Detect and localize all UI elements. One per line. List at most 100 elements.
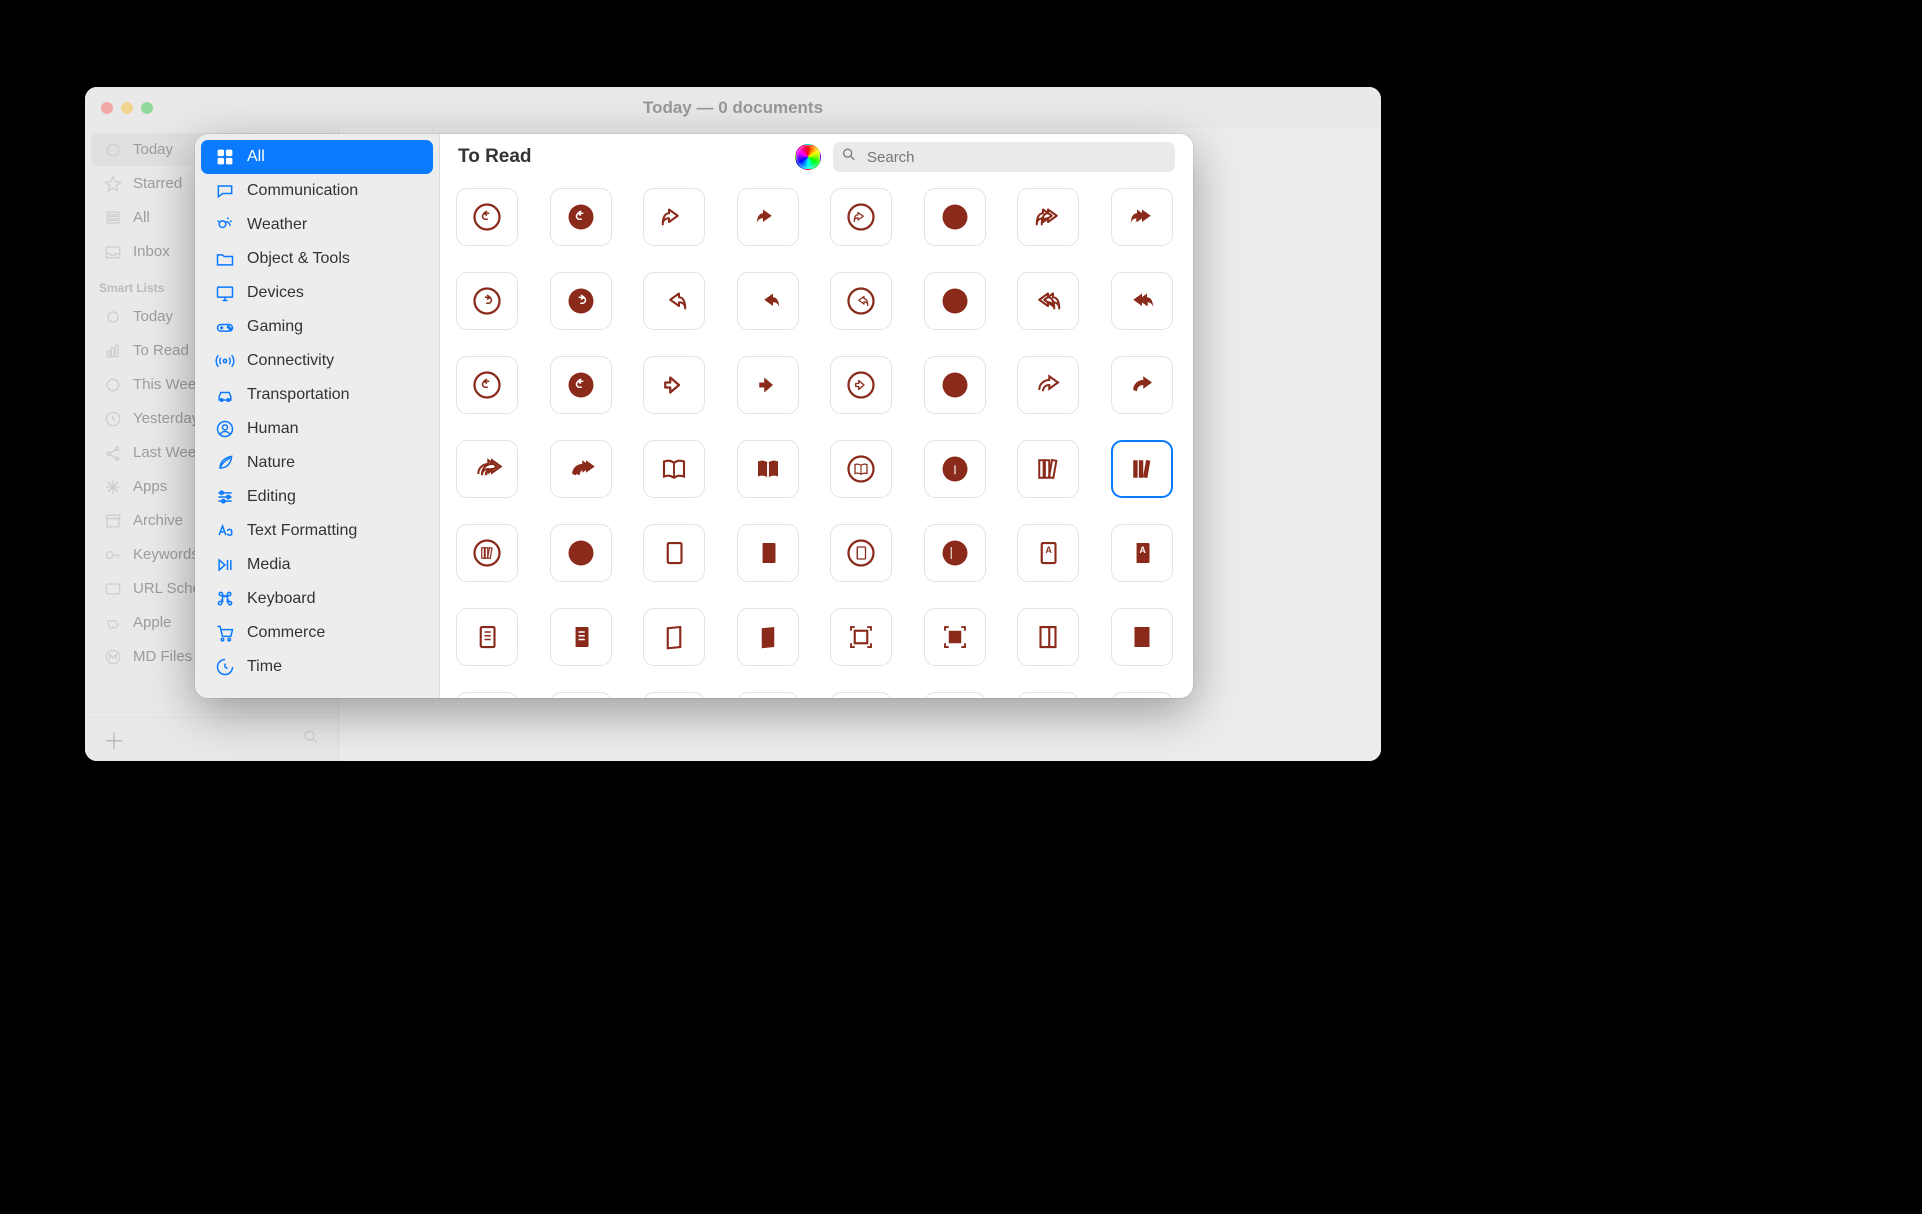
svg-text:A: A: [1045, 545, 1052, 555]
icon-option-heart-text-square-fill[interactable]: [924, 692, 986, 698]
icon-option-arrowshape-undo-2-fill[interactable]: [1111, 272, 1173, 330]
icon-option-books-vertical[interactable]: [1017, 440, 1079, 498]
icon-category-sidebar: AllCommunicationWeatherObject & Tools Dev…: [195, 134, 440, 698]
icon-option-arrowshape-bounce-right[interactable]: [1017, 356, 1079, 414]
icon-option-book-closed[interactable]: [643, 524, 705, 582]
icon-option-newspaper[interactable]: [456, 692, 518, 698]
icon-option-arrowshape-bounce-right-fill[interactable]: [1111, 356, 1173, 414]
icon-option-arrowshape-right-fill[interactable]: [737, 356, 799, 414]
category-object-tools[interactable]: Object & Tools: [201, 242, 433, 276]
icon-option-text-book-closed[interactable]: [456, 608, 518, 666]
icon-option-book-closed-circle[interactable]: [830, 524, 892, 582]
icon-option-character-book-closed-fill[interactable]: A: [1111, 524, 1173, 582]
close-window-button[interactable]: [101, 102, 113, 114]
icon-search-input[interactable]: [833, 142, 1175, 172]
today-icon: [103, 140, 123, 160]
icon-option-books-vertical-fill[interactable]: [1111, 440, 1173, 498]
popover-title: To Read: [458, 146, 783, 168]
zoom-window-button[interactable]: [141, 102, 153, 114]
category-media[interactable]: Media: [201, 548, 433, 582]
category-editing[interactable]: Editing: [201, 480, 433, 514]
icon-option-arrowshape-turn-up-right-2-fill[interactable]: [1111, 188, 1173, 246]
add-button[interactable]: ＋: [103, 724, 125, 756]
category-label: Keyboard: [247, 590, 316, 608]
icon-option-heart-text-square[interactable]: [830, 692, 892, 698]
category-label: Devices: [247, 284, 304, 302]
text-book-closed-fill-icon: [566, 622, 596, 652]
icon-option-book-closed-fill[interactable]: [737, 524, 799, 582]
category-label: Connectivity: [247, 352, 334, 370]
icon-option-arrowshape-turn-up-right[interactable]: [643, 188, 705, 246]
icon-option-arrow-uturn-left-circle-fill[interactable]: [550, 188, 612, 246]
category-gaming[interactable]: Gaming: [201, 310, 433, 344]
icon-option-text-book-closed-fill[interactable]: [550, 608, 612, 666]
m-icon: [103, 647, 123, 667]
category-commerce[interactable]: Commerce: [201, 616, 433, 650]
sidebar-item-label: Apps: [133, 478, 167, 495]
chat-icon: [215, 181, 235, 201]
icon-option-book-circle[interactable]: [830, 440, 892, 498]
icon-option-camera-viewfinder-fill[interactable]: [924, 608, 986, 666]
svg-text:A: A: [1139, 545, 1146, 555]
icon-option-arrow-uturn-left-circle[interactable]: [456, 188, 518, 246]
icon-option-camera-viewfinder[interactable]: [830, 608, 892, 666]
icon-option-arrowshape-turn-up-right-circle-fill[interactable]: [924, 188, 986, 246]
window-title: Today — 0 documents: [643, 98, 823, 118]
icon-option-arrowshape-turn-up-right-circle[interactable]: [830, 188, 892, 246]
icon-option-arrowshape-right-circle-fill[interactable]: [924, 356, 986, 414]
sidebar-item-label: Apple: [133, 614, 171, 631]
playpause-icon: [215, 555, 235, 575]
icon-option-newspaper-circle-fill[interactable]: [737, 692, 799, 698]
category-time[interactable]: Time: [201, 650, 433, 684]
icon-option-book-circle-fill[interactable]: [924, 440, 986, 498]
category-human[interactable]: Human: [201, 412, 433, 446]
icon-option-arrowshape-undo-fill[interactable]: [737, 272, 799, 330]
icon-option-books-vertical-circle[interactable]: [456, 524, 518, 582]
category-connectivity[interactable]: Connectivity: [201, 344, 433, 378]
sidebar-search-button[interactable]: [302, 728, 320, 751]
category-transportation[interactable]: Transportation: [201, 378, 433, 412]
category-all[interactable]: All: [201, 140, 433, 174]
icon-option-menucard[interactable]: [643, 608, 705, 666]
icon-option-arrow-uturn-right-circle-fill[interactable]: [550, 272, 612, 330]
icon-option-arrowshape-bounce-right-2[interactable]: [456, 440, 518, 498]
category-text-formatting[interactable]: Text Formatting: [201, 514, 433, 548]
icon-option-arrowshape-turn-up-right-fill[interactable]: [737, 188, 799, 246]
icon-option-arrowshape-right-circle[interactable]: [830, 356, 892, 414]
icon-option-arrowshape-undo[interactable]: [643, 272, 705, 330]
icon-option-arrowshape-undo-circle[interactable]: [830, 272, 892, 330]
share-icon: [103, 443, 123, 463]
icon-option-arrowshape-undo-circle-fill[interactable]: [924, 272, 986, 330]
icon-option-arrowshape-bounce-right-2-fill[interactable]: [550, 440, 612, 498]
icon-option-arrowshape-turn-up-right-2[interactable]: [1017, 188, 1079, 246]
icon-option-square-text-square[interactable]: [1017, 692, 1079, 698]
category-nature[interactable]: Nature: [201, 446, 433, 480]
icon-option-books-vertical-circle-fill[interactable]: [550, 524, 612, 582]
icon-option-square-text-square-fill[interactable]: [1111, 692, 1173, 698]
icon-option-magazine-fill[interactable]: [1111, 608, 1173, 666]
icon-option-character-book-closed[interactable]: A: [1017, 524, 1079, 582]
color-picker-button[interactable]: [795, 144, 821, 170]
arrowshape-right-fill-icon: [753, 370, 783, 400]
icon-option-newspaper-fill[interactable]: [550, 692, 612, 698]
book-icon: [659, 454, 689, 484]
minimize-window-button[interactable]: [121, 102, 133, 114]
icon-option-menucard-fill[interactable]: [737, 608, 799, 666]
category-devices[interactable]: Devices: [201, 276, 433, 310]
cart-icon: [215, 623, 235, 643]
category-communication[interactable]: Communication: [201, 174, 433, 208]
category-weather[interactable]: Weather: [201, 208, 433, 242]
icon-option-book-closed-circle-fill[interactable]: [924, 524, 986, 582]
icon-option-arrowshape-undo-2[interactable]: [1017, 272, 1079, 330]
icon-option-arrow-uturn-left-circle-b[interactable]: [456, 356, 518, 414]
icon-option-arrow-uturn-left-circle-b-fill[interactable]: [550, 356, 612, 414]
book-circle-icon: [846, 454, 876, 484]
popover-header: To Read: [440, 134, 1193, 180]
icon-option-arrow-uturn-right-circle[interactable]: [456, 272, 518, 330]
icon-option-book[interactable]: [643, 440, 705, 498]
icon-option-book-fill[interactable]: [737, 440, 799, 498]
icon-option-arrowshape-right[interactable]: [643, 356, 705, 414]
icon-option-magazine[interactable]: [1017, 608, 1079, 666]
category-keyboard[interactable]: Keyboard: [201, 582, 433, 616]
icon-option-newspaper-circle[interactable]: [643, 692, 705, 698]
